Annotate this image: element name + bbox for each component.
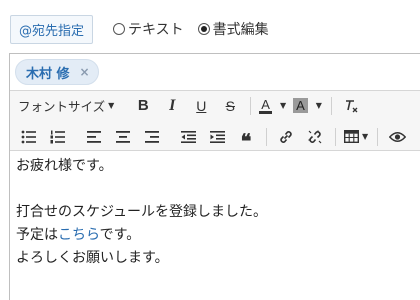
editor-toolbar: フォントサイズ ▼ B I U S A ▼ A ▼ ❝ ▼ [10,90,420,151]
align-left-button[interactable] [83,125,105,149]
chevron-down-icon: ▼ [315,101,322,110]
message-text: 予定は [16,227,58,243]
background-color-icon: A [293,98,308,113]
toolbar-divider [377,127,379,146]
background-color-button[interactable]: A ▼ [293,94,322,118]
italic-button[interactable]: I [161,94,183,118]
recipient-chip-area: 木村 修 × [10,54,420,90]
radio-rich-label: 書式編集 [212,22,269,38]
recipient-chip: 木村 修 × [15,59,99,85]
specify-recipient-button[interactable]: @宛先指定 [10,14,94,44]
toolbar-divider [266,127,267,146]
message-text: です。 [99,227,141,243]
remove-link-button[interactable] [304,125,326,149]
toolbar-row-2: ❝ ▼ [10,122,420,151]
radio-text-label: テキスト [128,22,184,38]
message-line: 打合せのスケジュールを登録しました。 [16,204,268,220]
recipient-name: 木村 修 [26,66,70,82]
text-color-button[interactable]: A ▼ [259,94,286,118]
indent-icon [209,130,225,143]
message-line: お疲れ様です。 [16,158,113,174]
clear-format-button[interactable] [340,94,362,118]
bulleted-list-button[interactable] [18,125,40,149]
font-size-dropdown[interactable]: フォントサイズ ▼ [18,94,114,118]
bulleted-list-icon [21,130,36,143]
radio-circle-icon[interactable] [113,23,126,35]
align-left-icon [87,130,101,143]
preview-button[interactable] [386,125,408,149]
compose-mode-row: @宛先指定 テキスト 書式編集 [10,14,283,44]
align-center-button[interactable] [112,125,134,149]
radio-rich-mode[interactable]: 書式編集 [197,19,269,39]
unlink-icon [308,130,322,143]
indent-button[interactable] [206,125,228,149]
toolbar-divider [330,96,332,115]
toolbar-row-1: フォントサイズ ▼ B I U S A ▼ A ▼ [10,91,420,120]
insert-table-button[interactable]: ▼ [344,125,368,149]
font-size-label: フォントサイズ [18,99,106,114]
underline-button[interactable]: U [190,94,212,118]
chevron-down-icon: ▼ [108,101,115,110]
table-icon [344,130,359,143]
toolbar-divider [335,127,336,146]
eye-icon [388,131,406,142]
chevron-down-icon: ▼ [362,132,369,141]
link-icon [280,130,292,143]
insert-link-button[interactable] [275,125,297,149]
compose-frame: 木村 修 × フォントサイズ ▼ B I U S A ▼ A ▼ ❝ ▼ お疲れ… [9,53,420,300]
align-right-button[interactable] [141,125,163,149]
align-center-icon [116,130,130,143]
schedule-link[interactable]: こちら [58,227,100,243]
message-line: 予定はこちらです。 [16,224,414,247]
blockquote-button[interactable]: ❝ [235,125,257,151]
radio-circle-checked-icon[interactable] [197,23,210,35]
outdent-button[interactable] [177,125,199,149]
clear-format-icon [345,99,358,112]
toolbar-divider [250,96,252,115]
radio-text-mode[interactable]: テキスト [113,19,184,39]
format-mode-radio-group: テキスト 書式編集 [113,19,283,39]
numbered-list-icon [50,130,65,143]
bold-button[interactable]: B [132,94,154,118]
message-body-editor[interactable]: お疲れ様です。 打合せのスケジュールを登録しました。 予定はこちらです。 よろし… [10,151,420,274]
strikethrough-button[interactable]: S [219,94,241,118]
align-right-icon [145,130,159,143]
remove-recipient-icon[interactable]: × [80,65,90,79]
message-line [16,178,414,201]
numbered-list-button[interactable] [47,125,69,149]
text-color-icon: A [259,96,272,114]
chevron-down-icon: ▼ [279,101,287,110]
outdent-icon [180,130,196,143]
message-line: よろしくお願いします。 [16,250,169,266]
